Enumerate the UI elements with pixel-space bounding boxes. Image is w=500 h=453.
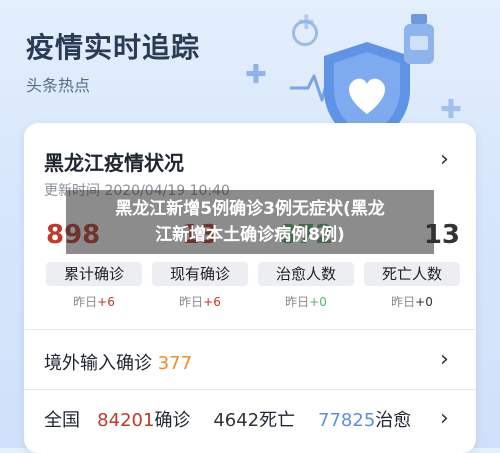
card-title: 黑龙江疫情状况 [44,151,184,175]
imported-count: 377 [157,353,193,374]
stat-current-delta: 昨日+6 [179,295,221,309]
national-cured: 77825 [318,410,376,431]
chevron-right-icon[interactable]: › [440,347,449,372]
imported-label: 境外输入确诊 [44,353,152,374]
plus-icon: ✚ [440,95,462,125]
stat-confirmed-label: 累计确诊 [46,262,142,286]
page-subtitle: 头条热点 [26,76,91,95]
divider [24,389,476,390]
stat-dead-delta: 昨日+0 [391,295,433,309]
news-headline-overlay[interactable]: 黑龙江新增5例确诊3例无症状(黑龙 江新增本土确诊病例8例) [66,190,434,254]
stat-cured-label: 治愈人数 [258,262,354,286]
headline-text: 黑龙江新增5例确诊3例无症状(黑龙 江新增本土确诊病例8例) [115,199,385,245]
national-dead: 4642 [213,410,260,431]
page-title: 疫情实时追踪 [26,31,201,64]
national-summary-row[interactable]: 全国 84201确诊 4642死亡 77825治愈 [44,406,411,432]
stat-confirmed-delta: 昨日+6 [73,295,115,309]
chevron-right-icon[interactable]: › [440,406,449,431]
bottle-icon [404,14,434,64]
stat-current-label: 现有确诊 [152,262,248,286]
plus-icon: ✚ [298,10,315,34]
plus-icon: ✚ [245,60,267,90]
chevron-right-icon[interactable]: › [440,147,449,172]
national-label: 全国 [44,410,80,431]
stat-cured-delta: 昨日+0 [285,295,327,309]
region-status-card[interactable]: 黑龙江疫情状况 › 更新时间 2020/04/19 10:40 898 13 8… [24,123,476,453]
stat-dead-label: 死亡人数 [364,262,460,286]
national-confirmed: 84201 [97,410,155,431]
divider [24,329,476,330]
imported-cases-row[interactable]: 境外输入确诊 377 [44,349,192,375]
